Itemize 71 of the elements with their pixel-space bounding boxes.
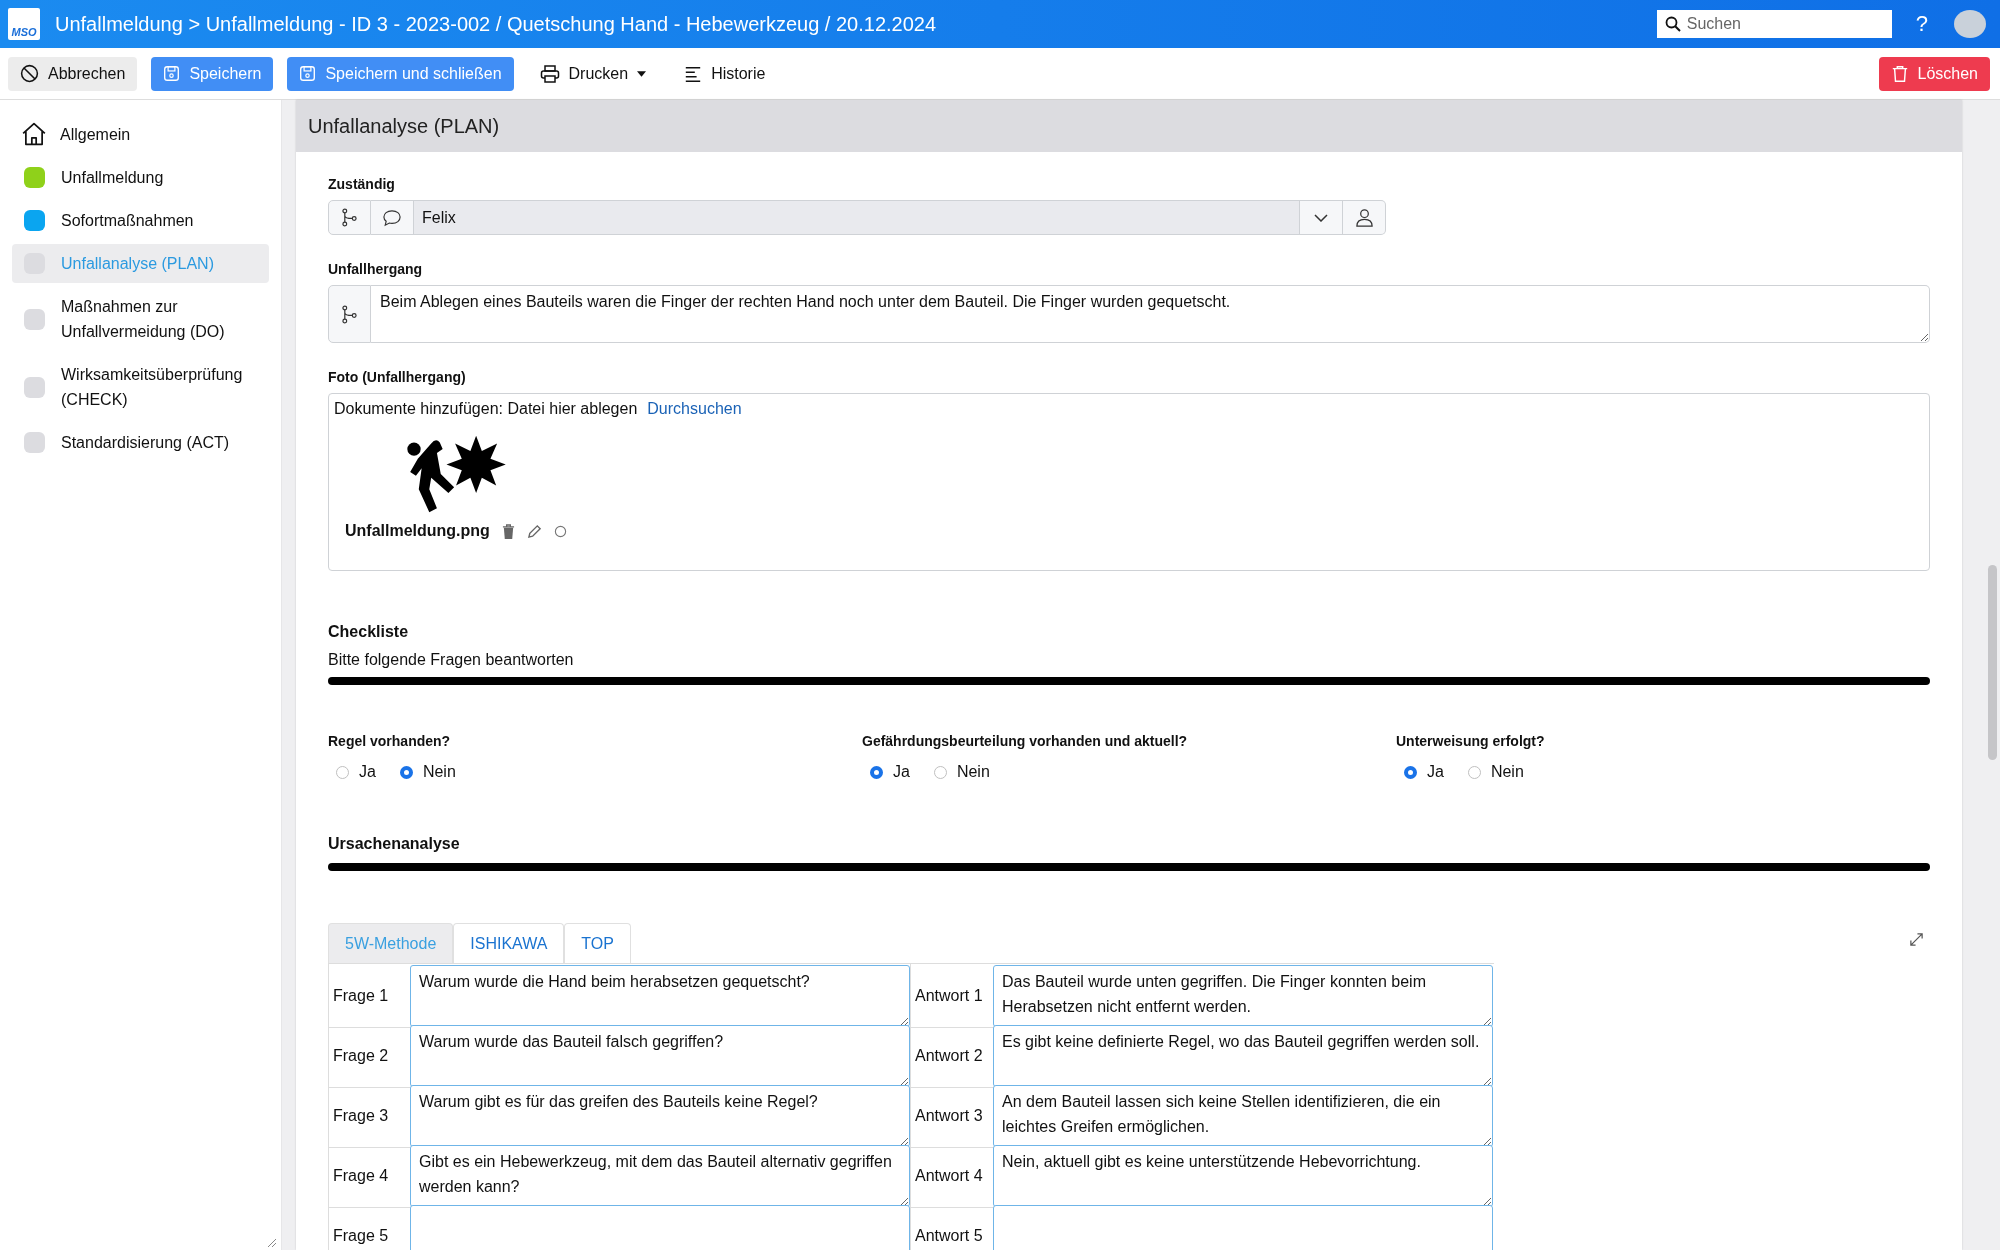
question-label: Regel vorhanden? [328, 733, 452, 749]
section-title: Checkliste [328, 623, 410, 641]
dropdown-button[interactable] [1300, 200, 1343, 235]
workflow-button[interactable] [328, 285, 371, 343]
print-button[interactable]: Drucken [527, 56, 659, 91]
question-textarea[interactable]: Gibt es ein Hebewerkzeug, mit dem das Bauteil alternativ gegriffen werden kann? [410, 1145, 910, 1207]
radio-option[interactable]: Ja [336, 763, 376, 781]
radio-option[interactable]: Nein [933, 763, 990, 781]
circle-icon[interactable] [553, 524, 567, 538]
resize-grip-icon[interactable] [267, 1238, 277, 1248]
question-textarea[interactable]: Warum gibt es für das greifen des Bauteils keine Regel? [410, 1085, 910, 1147]
field-label: Unfallhergang [328, 261, 424, 277]
cancel-icon [20, 64, 39, 83]
home-icon [21, 121, 47, 147]
panel-title: Unfallanalyse (PLAN) [308, 114, 500, 138]
assignee-field[interactable]: Felix [414, 200, 1300, 235]
avatar-icon[interactable] [1954, 10, 1986, 38]
answer-textarea[interactable]: Das Bauteil wurde unten gegriffen. Die Finger konnten beim Herabsetzen nicht entfernt werden. [993, 965, 1493, 1027]
section-hint: Bitte folgende Fragen beantworten [328, 651, 575, 669]
printer-icon [539, 63, 560, 84]
history-button[interactable]: Historie [672, 56, 778, 91]
field-label: Zuständig [328, 176, 396, 192]
answer-textarea[interactable]: Es gibt keine definierte Regel, wo das Bauteil gegriffen werden soll. [993, 1025, 1493, 1087]
lines-icon [684, 64, 703, 83]
tab[interactable]: ISHIKAWA [453, 923, 565, 963]
answer-textarea[interactable]: An dem Bauteil lassen sich keine Stellen identifizieren, die ein leichtes Greifen ermöglichen. [993, 1085, 1493, 1147]
user-button[interactable] [1343, 200, 1386, 235]
question-textarea[interactable] [410, 1205, 910, 1250]
sidebar-item[interactable]: Sofortmaßnahmen [12, 201, 269, 240]
sidebar-item[interactable]: Standardisierung (ACT) [12, 423, 269, 462]
drop-zone-prompt: Dokumente hinzufügen: Datei hier ablegen [334, 400, 638, 418]
answer-textarea[interactable]: Nein, aktuell gibt es keine unterstützende Hebevorrichtung. [993, 1145, 1493, 1207]
comment-button[interactable] [371, 200, 414, 235]
speech-bubble-icon [382, 208, 402, 227]
window-title: Unfallmeldung > Unfallmeldung - ID 3 - 2023-002 / Quetschung Hand - Hebewerkzeug / 20.12.2024 [55, 12, 937, 36]
delete-button[interactable]: Löschen [1878, 56, 1990, 91]
workflow-button[interactable] [328, 200, 371, 235]
expand-icon[interactable] [1909, 932, 1924, 947]
file-name: Unfallmeldung.png [345, 522, 490, 540]
trash-icon [1890, 64, 1909, 83]
trash-icon[interactable] [501, 523, 515, 539]
branch-icon [342, 304, 357, 324]
app-logo[interactable]: MSO [8, 8, 40, 40]
answer-textarea[interactable] [993, 1205, 1493, 1250]
cancel-button[interactable]: Abbrechen [8, 56, 138, 91]
search-icon [1664, 16, 1681, 32]
question-label: Unterweisung erfolgt? [1396, 733, 1546, 749]
chevron-down-icon [1314, 213, 1328, 222]
description-textarea[interactable]: Beim Ablegen eines Bauteils waren die Finger der rechten Hand noch unter dem Bauteil. Die Finger wurden gequetscht. [371, 285, 1930, 343]
help-button[interactable]: ? [1909, 10, 1934, 38]
question-textarea[interactable]: Warum wurde die Hand beim herabsetzen gequetscht? [410, 965, 910, 1027]
sidebar-item[interactable]: Wirksamkeitsüberprüfung (CHECK) [12, 355, 269, 419]
sidebar-item[interactable]: Allgemein [12, 114, 269, 154]
branch-icon [342, 208, 357, 227]
sidebar-item[interactable]: Maßnahmen zur Unfallvermeidung (DO) [12, 287, 269, 351]
field-label: Foto (Unfallhergang) [328, 369, 467, 385]
tab[interactable]: TOP [564, 923, 631, 963]
radio-option[interactable]: Nein [399, 763, 456, 781]
question-label: Gefährdungsbeurteilung vorhanden und aktuell? [862, 733, 1189, 749]
question-textarea[interactable]: Warum wurde das Bauteil falsch gegriffen? [410, 1025, 910, 1087]
user-icon [1354, 208, 1374, 227]
browse-link[interactable]: Durchsuchen [647, 400, 742, 418]
pencil-icon[interactable] [526, 523, 542, 539]
drop-zone[interactable]: Dokumente hinzufügen: Datei hier ablegen Durchsuchen Unfallmeldung.png [328, 393, 1930, 571]
section-title: Ursachenanalyse [328, 835, 461, 853]
sidebar-item[interactable]: Unfallmeldung [12, 158, 269, 197]
radio-option[interactable]: Ja [1404, 763, 1444, 781]
radio-option[interactable]: Nein [1467, 763, 1524, 781]
radio-option[interactable]: Ja [870, 763, 910, 781]
search-field[interactable]: Suchen [1656, 10, 1892, 38]
caret-icon [637, 70, 647, 77]
